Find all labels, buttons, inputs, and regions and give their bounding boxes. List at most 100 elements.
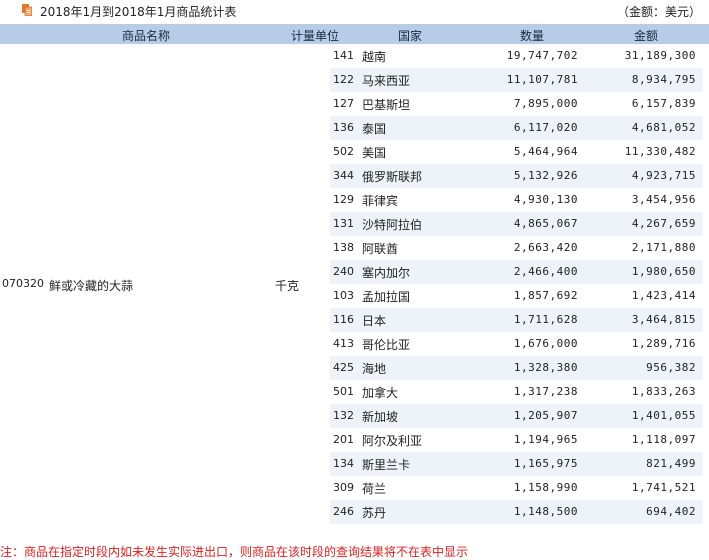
country-name: 新加坡 [362, 410, 399, 424]
table-row: 103 孟加拉国 1,857,692 1,423,414 [0, 284, 709, 308]
table-row: 344 俄罗斯联邦 5,132,926 4,923,715 [0, 164, 709, 188]
table-row: 131 沙特阿拉伯 4,865,067 4,267,659 [0, 212, 709, 236]
country-code: 201 [333, 433, 354, 446]
country-name: 孟加拉国 [362, 290, 411, 304]
country-name: 俄罗斯联邦 [362, 170, 423, 184]
table-row: 240 塞内加尔 2,466,400 1,980,650 [0, 260, 709, 284]
country-code: 134 [333, 457, 354, 470]
amount-value: 8,934,795 [631, 73, 696, 86]
country-code: 502 [333, 145, 354, 158]
amount-value: 6,157,839 [631, 97, 696, 110]
table-row: 246 苏丹 1,148,500 694,402 [0, 500, 709, 524]
country-code: 129 [333, 193, 354, 206]
country-code: 131 [333, 217, 354, 230]
country-code: 122 [333, 73, 354, 86]
document-icon [22, 4, 32, 16]
country-code: 240 [333, 265, 354, 278]
amount-value: 956,382 [646, 361, 696, 374]
amount-value: 694,402 [646, 505, 696, 518]
column-header-country: 国家 [398, 29, 423, 43]
table-row: 141 越南 19,747,702 31,189,300 [0, 44, 709, 68]
amount-value: 4,681,052 [631, 121, 696, 134]
amount-value: 11,330,482 [624, 145, 696, 158]
column-header-measure-unit: 计量单位 [291, 29, 340, 43]
amount-value: 1,423,414 [631, 289, 696, 302]
country-name: 日本 [362, 314, 387, 328]
country-code: 425 [333, 361, 354, 374]
quantity-value: 1,711,628 [513, 313, 578, 326]
country-name: 阿联酋 [362, 242, 399, 256]
quantity-value: 2,466,400 [513, 265, 578, 278]
country-name: 美国 [362, 146, 387, 160]
quantity-value: 5,132,926 [513, 169, 578, 182]
quantity-value: 1,148,500 [513, 505, 578, 518]
country-code: 246 [333, 505, 354, 518]
country-code: 413 [333, 337, 354, 350]
table-header: 商品名称 计量单位 国家 数量 金额 [0, 24, 709, 44]
amount-value: 31,189,300 [624, 49, 696, 62]
table-row: 127 巴基斯坦 7,895,000 6,157,839 [0, 92, 709, 116]
quantity-value: 1,317,238 [513, 385, 578, 398]
country-name: 斯里兰卡 [362, 458, 411, 472]
country-name: 阿尔及利亚 [362, 434, 423, 448]
country-code: 136 [333, 121, 354, 134]
table-row: 425 海地 1,328,380 956,382 [0, 356, 709, 380]
country-name: 巴基斯坦 [362, 98, 411, 112]
quantity-value: 1,194,965 [513, 433, 578, 446]
amount-value: 1,289,716 [631, 337, 696, 350]
table-row: 116 日本 1,711,628 3,464,815 [0, 308, 709, 332]
column-header-product-name: 商品名称 [122, 29, 171, 43]
amount-value: 3,464,815 [631, 313, 696, 326]
country-code: 138 [333, 241, 354, 254]
quantity-value: 4,865,067 [513, 217, 578, 230]
quantity-value: 6,117,020 [513, 121, 578, 134]
footnote: 注：商品在指定时段内如未发生实际进出口，则商品在该时段的查询结果将不在表中显示 [0, 545, 469, 559]
quantity-value: 1,857,692 [513, 289, 578, 302]
country-name: 海地 [362, 362, 387, 376]
quantity-value: 1,205,907 [513, 409, 578, 422]
country-name: 苏丹 [362, 506, 387, 520]
amount-value: 1,741,521 [631, 481, 696, 494]
report-title: 2018年1月到2018年1月商品统计表 [40, 5, 237, 19]
table-row: 134 斯里兰卡 1,165,975 821,499 [0, 452, 709, 476]
title-bar: 2018年1月到2018年1月商品统计表 （金额：美元） [0, 0, 709, 22]
country-code: 103 [333, 289, 354, 302]
column-header-amount: 金额 [634, 29, 659, 43]
table-row: 501 加拿大 1,317,238 1,833,263 [0, 380, 709, 404]
currency-note: （金额：美元） [616, 5, 701, 19]
amount-value: 1,118,097 [631, 433, 696, 446]
country-name: 加拿大 [362, 386, 399, 400]
quantity-value: 7,895,000 [513, 97, 578, 110]
country-name: 菲律宾 [362, 194, 399, 208]
amount-value: 4,267,659 [631, 217, 696, 230]
quantity-value: 1,165,975 [513, 457, 578, 470]
quantity-value: 11,107,781 [506, 73, 578, 86]
amount-value: 2,171,880 [631, 241, 696, 254]
table-row: 122 马来西亚 11,107,781 8,934,795 [0, 68, 709, 92]
country-code: 141 [333, 49, 354, 62]
table-row: 129 菲律宾 4,930,130 3,454,956 [0, 188, 709, 212]
country-name: 泰国 [362, 122, 387, 136]
country-code: 116 [333, 313, 354, 326]
quantity-value: 19,747,702 [506, 49, 578, 62]
table-row: 413 哥伦比亚 1,676,000 1,289,716 [0, 332, 709, 356]
amount-value: 821,499 [646, 457, 696, 470]
country-name: 塞内加尔 [362, 266, 411, 280]
country-name: 哥伦比亚 [362, 338, 411, 352]
quantity-value: 2,663,420 [513, 241, 578, 254]
amount-value: 4,923,715 [631, 169, 696, 182]
table-row: 309 荷兰 1,158,990 1,741,521 [0, 476, 709, 500]
table-row: 138 阿联酋 2,663,420 2,171,880 [0, 236, 709, 260]
amount-value: 1,980,650 [631, 265, 696, 278]
amount-value: 3,454,956 [631, 193, 696, 206]
country-code: 501 [333, 385, 354, 398]
country-name: 马来西亚 [362, 74, 411, 88]
quantity-value: 1,328,380 [513, 361, 578, 374]
quantity-value: 1,676,000 [513, 337, 578, 350]
table-row: 201 阿尔及利亚 1,194,965 1,118,097 [0, 428, 709, 452]
country-name: 越南 [362, 50, 387, 64]
country-code: 132 [333, 409, 354, 422]
quantity-value: 1,158,990 [513, 481, 578, 494]
country-code: 309 [333, 481, 354, 494]
quantity-value: 4,930,130 [513, 193, 578, 206]
